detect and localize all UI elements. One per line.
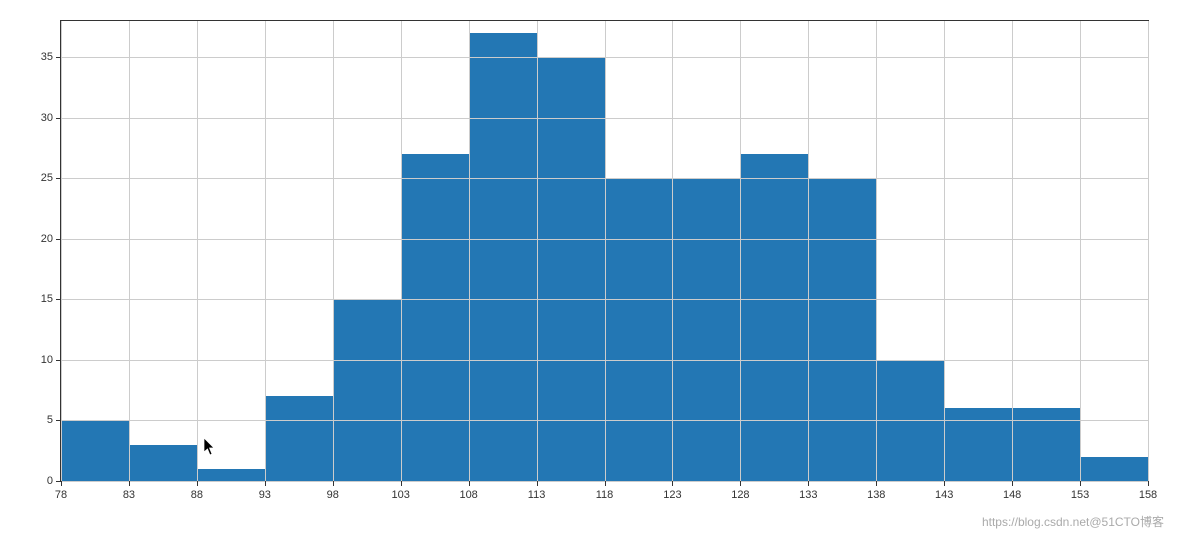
histogram-bar [1012,408,1080,481]
grid-line-vertical [808,21,809,481]
histogram-bar [605,178,673,481]
grid-line-vertical [537,21,538,481]
histogram-bar [401,154,469,481]
x-tick-label: 138 [867,481,885,501]
x-tick-label: 113 [528,481,546,501]
x-tick-label: 128 [731,481,749,501]
x-tick-label: 108 [459,481,477,501]
watermark-text: https://blog.csdn.net@51CTO博客 [982,513,1164,530]
plot-area: 0510152025303578838893981031081131181231… [60,20,1149,482]
grid-line-vertical [129,21,130,481]
histogram-bar [469,33,537,481]
grid-line-vertical [672,21,673,481]
y-tick-label: 5 [47,414,61,426]
x-tick-label: 133 [799,481,817,501]
histogram-bar [61,420,129,481]
x-tick-label: 123 [663,481,681,501]
x-tick-label: 83 [123,481,135,501]
histogram-bar [129,445,197,481]
histogram-bar [265,396,333,481]
grid-line-vertical [197,21,198,481]
grid-line-vertical [265,21,266,481]
histogram-bar [197,469,265,481]
x-tick-label: 153 [1071,481,1089,501]
x-tick-label: 148 [1003,481,1021,501]
y-tick-label: 35 [41,51,61,63]
grid-line-vertical [1012,21,1013,481]
x-tick-label: 98 [327,481,339,501]
x-tick-label: 103 [392,481,410,501]
grid-line-vertical [469,21,470,481]
x-tick-label: 118 [596,481,614,501]
y-tick-label: 30 [41,112,61,124]
grid-line-vertical [1148,21,1149,481]
grid-line-vertical [876,21,877,481]
histogram-bar [808,178,876,481]
grid-line-vertical [61,21,62,481]
grid-line-vertical [401,21,402,481]
grid-line-vertical [944,21,945,481]
chart-container: 0510152025303578838893981031081131181231… [60,20,1149,482]
histogram-bar [333,299,401,481]
x-tick-label: 88 [191,481,203,501]
x-tick-label: 93 [259,481,271,501]
x-tick-label: 158 [1139,481,1157,501]
grid-line-vertical [333,21,334,481]
histogram-bar [944,408,1012,481]
histogram-bar [740,154,808,481]
grid-line-vertical [605,21,606,481]
x-tick-label: 78 [55,481,67,501]
y-tick-label: 10 [41,354,61,366]
y-tick-label: 25 [41,172,61,184]
grid-line-vertical [740,21,741,481]
x-tick-label: 143 [935,481,953,501]
histogram-bar [672,178,740,481]
y-tick-label: 15 [41,293,61,305]
histogram-bar [1080,457,1148,481]
grid-line-vertical [1080,21,1081,481]
y-tick-label: 20 [41,233,61,245]
histogram-bar [537,57,605,481]
